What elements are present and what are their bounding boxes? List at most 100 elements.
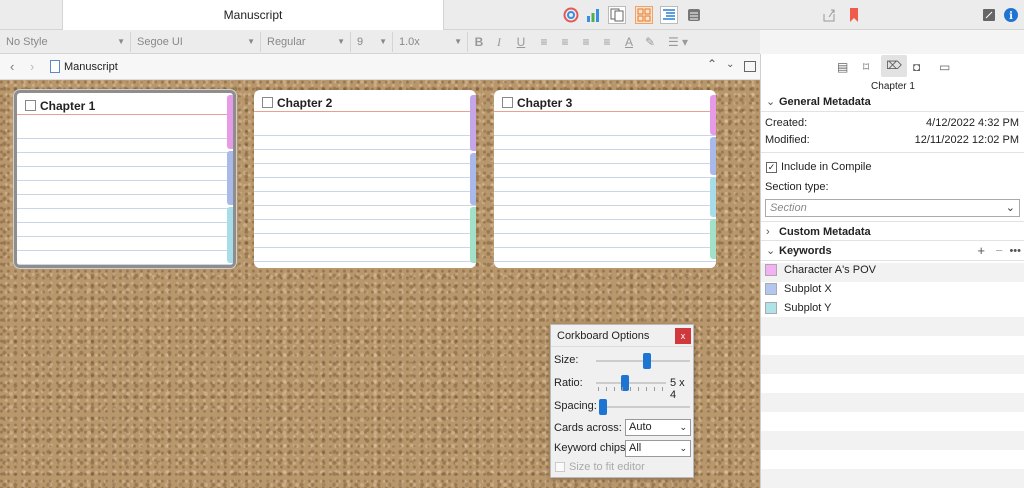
divider xyxy=(761,152,1024,153)
inspector: ▤ ⌑ ⌦ ◘ ▭ Chapter 1 ⌄ General Metadata Cr… xyxy=(760,54,1024,488)
index-card[interactable]: Chapter 3 xyxy=(494,90,716,268)
keyword-name: Subplot X xyxy=(784,283,832,295)
size-to-fit-checkbox[interactable] xyxy=(555,462,565,472)
document-icon xyxy=(50,60,60,73)
bookmark-icon[interactable] xyxy=(845,6,863,24)
highlight-icon[interactable]: ✎ xyxy=(641,33,659,51)
modified-value: 12/11/2022 12:02 PM xyxy=(914,134,1019,146)
keyword-chip xyxy=(470,207,476,263)
more-icon[interactable]: ••• xyxy=(1009,241,1021,261)
scrivenings-view-icon[interactable] xyxy=(608,6,626,24)
custom-metadata-title: Custom Metadata xyxy=(779,226,871,238)
weight-value: Regular xyxy=(267,36,306,48)
card-title-text: Chapter 3 xyxy=(517,95,573,110)
section-type-select[interactable]: Section ⌄ xyxy=(765,199,1020,217)
size-select[interactable]: 9 ▼ xyxy=(351,32,393,52)
comments-icon[interactable]: ▭ xyxy=(939,60,950,74)
add-icon[interactable]: + xyxy=(977,241,985,261)
card-synopsis[interactable] xyxy=(17,125,233,265)
card-title[interactable]: Chapter 1 xyxy=(17,93,233,115)
keywords-header[interactable]: ⌄ Keywords + − ••• xyxy=(761,241,1024,261)
include-compile-label: Include in Compile xyxy=(781,161,872,173)
align-center-icon[interactable]: ≡ xyxy=(556,33,574,51)
compose-icon[interactable] xyxy=(685,6,703,24)
general-metadata-header[interactable]: ⌄ General Metadata xyxy=(761,92,1024,112)
cards-across-select[interactable]: Auto ⌄ xyxy=(625,419,691,436)
include-compile-checkbox[interactable]: ✓ xyxy=(766,162,777,173)
underline-icon[interactable]: U xyxy=(512,33,530,51)
ratio-value: 5 x 4 xyxy=(670,377,685,401)
card-synopsis[interactable] xyxy=(494,122,716,268)
spacing-slider-thumb[interactable] xyxy=(599,399,607,415)
index-card[interactable]: Chapter 2 xyxy=(254,90,476,268)
inspector-toggle-icon[interactable] xyxy=(980,6,998,24)
corkboard-view-icon[interactable] xyxy=(635,6,653,24)
info-icon[interactable]: i xyxy=(1002,6,1020,24)
forward-icon[interactable]: › xyxy=(30,59,34,74)
bookmarks-icon[interactable]: ⌑ xyxy=(863,60,869,74)
size-slider-thumb[interactable] xyxy=(643,353,652,369)
split-editor-icon[interactable] xyxy=(744,61,756,72)
keyword-item[interactable]: Subplot Y xyxy=(765,302,832,314)
share-icon[interactable] xyxy=(820,6,838,24)
chevron-down-icon: ⌄ xyxy=(766,96,776,108)
card-checkbox[interactable] xyxy=(262,97,273,108)
card-checkbox[interactable] xyxy=(502,97,513,108)
options-title[interactable]: Corkboard Options xyxy=(551,325,693,347)
index-card[interactable]: Chapter 1 xyxy=(14,90,236,268)
chevron-down-icon: ⌄ xyxy=(766,245,776,257)
chevron-up-icon[interactable]: ⌃ xyxy=(707,57,717,71)
chevron-down-icon: ▼ xyxy=(247,37,255,46)
card-title[interactable]: Chapter 3 xyxy=(494,90,716,112)
keyword-color-swatch xyxy=(765,264,777,276)
spacing-slider[interactable] xyxy=(599,399,690,415)
notes-icon[interactable]: ▤ xyxy=(837,60,848,74)
cards-across-value: Auto xyxy=(629,421,652,433)
section-type-label: Section type: xyxy=(765,181,829,193)
bold-icon[interactable]: B xyxy=(470,33,488,51)
style-select[interactable]: No Style ▼ xyxy=(0,32,131,52)
section-type-value: Section xyxy=(770,202,807,214)
keyword-chip xyxy=(710,137,716,175)
outliner-view-icon[interactable] xyxy=(660,6,678,24)
keyword-chips-select[interactable]: All ⌄ xyxy=(625,440,691,457)
card-title[interactable]: Chapter 2 xyxy=(254,90,476,112)
title-toolbar: Manuscript i xyxy=(0,0,1024,30)
statistics-icon[interactable] xyxy=(584,6,602,24)
align-right-icon[interactable]: ≡ xyxy=(598,33,616,51)
card-checkbox[interactable] xyxy=(25,100,36,111)
line-spacing-select[interactable]: 1.0x ▼ xyxy=(393,32,468,52)
keyword-name: Subplot Y xyxy=(784,302,832,314)
italic-icon[interactable]: I xyxy=(490,33,508,51)
custom-metadata-header[interactable]: › Custom Metadata xyxy=(761,221,1024,241)
align-justify-icon[interactable]: ≡ xyxy=(577,33,595,51)
chevron-down-icon: ▼ xyxy=(117,37,125,46)
general-metadata-title: General Metadata xyxy=(779,96,871,108)
ratio-slider[interactable] xyxy=(596,375,666,391)
editor-title[interactable]: Manuscript xyxy=(64,61,118,73)
chevron-right-icon: › xyxy=(766,226,770,238)
metadata-tab-icon[interactable]: ⌦ xyxy=(881,55,907,77)
text-color-icon[interactable]: A xyxy=(620,33,638,51)
document-tab[interactable]: Manuscript xyxy=(62,0,444,30)
close-button[interactable]: x xyxy=(675,328,691,344)
card-synopsis[interactable] xyxy=(254,122,476,268)
size-to-fit-label: Size to fit editor xyxy=(569,461,645,473)
snapshots-icon[interactable]: ◘ xyxy=(913,60,920,74)
chevron-down-icon[interactable]: ⌄ xyxy=(726,59,734,70)
remove-icon[interactable]: − xyxy=(995,241,1003,261)
chevron-down-icon: ⌄ xyxy=(1005,202,1015,214)
chevron-down-icon: ⌄ xyxy=(679,443,687,453)
keyword-item[interactable]: Character A's POV xyxy=(765,264,876,276)
target-icon[interactable] xyxy=(562,6,580,24)
back-icon[interactable]: ‹ xyxy=(10,59,14,74)
align-left-icon[interactable]: ≡ xyxy=(535,33,553,51)
keyword-item[interactable]: Subplot X xyxy=(765,283,832,295)
spacing-label: Spacing: xyxy=(554,400,597,412)
editor-header: ‹ › Manuscript ⌃ ⌄ xyxy=(0,54,760,80)
size-slider[interactable] xyxy=(596,353,690,369)
font-select[interactable]: Segoe UI ▼ xyxy=(131,32,261,52)
keywords-title: Keywords xyxy=(779,245,832,257)
list-icon[interactable]: ☰ ▾ xyxy=(664,33,692,51)
weight-select[interactable]: Regular ▼ xyxy=(261,32,351,52)
